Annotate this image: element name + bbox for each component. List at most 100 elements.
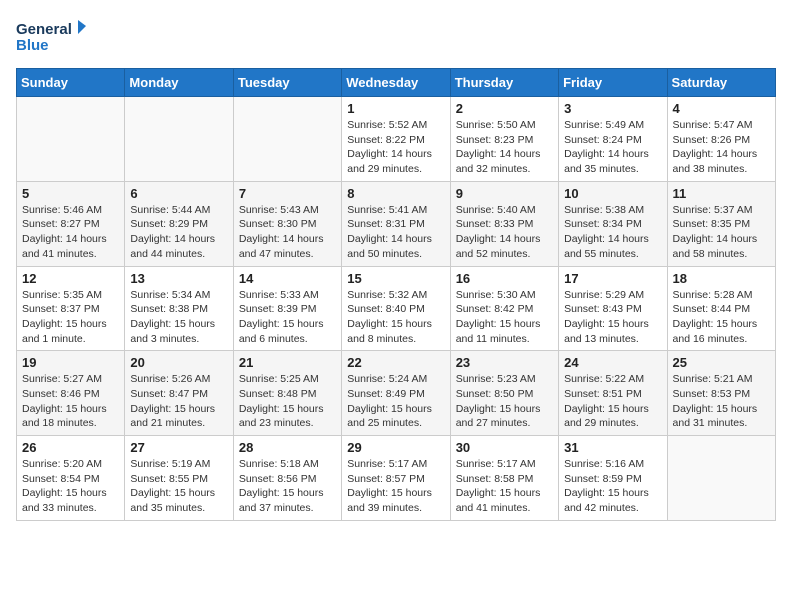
calendar-cell: 1 Sunrise: 5:52 AM Sunset: 8:22 PM Daylig… — [342, 97, 450, 182]
col-header-sunday: Sunday — [17, 69, 125, 97]
calendar-cell: 2 Sunrise: 5:50 AM Sunset: 8:23 PM Daylig… — [450, 97, 558, 182]
day-number: 25 — [673, 355, 770, 370]
svg-text:Blue: Blue — [16, 37, 49, 54]
calendar-cell: 14Sunrise: 5:33 AM Sunset: 8:39 PM Dayli… — [233, 266, 341, 351]
day-number: 24 — [564, 355, 661, 370]
day-number: 21 — [239, 355, 336, 370]
calendar-cell: 29Sunrise: 5:17 AM Sunset: 8:57 PM Dayli… — [342, 436, 450, 521]
calendar-cell: 23 Sunrise: 5:23 AM Sunset: 8:50 PM Dayli… — [450, 351, 558, 436]
calendar-week-row: 26 Sunrise: 5:20 AM Sunset: 8:54 PM Dayli… — [17, 436, 776, 521]
calendar-cell: 19 Sunrise: 5:27 AM Sunset: 8:46 PM Dayli… — [17, 351, 125, 436]
day-info: Sunrise: 5:22 AM Sunset: 8:51 PM Dayligh… — [564, 372, 661, 431]
day-number: 23 — [456, 355, 553, 370]
day-info: Sunrise: 5:49 AM Sunset: 8:24 PM Dayligh… — [564, 118, 661, 177]
day-info: Sunrise: 5:46 AM Sunset: 8:27 PM Dayligh… — [22, 203, 119, 262]
calendar-cell: 20 Sunrise: 5:26 AM Sunset: 8:47 PM Dayli… — [125, 351, 233, 436]
day-info: Sunrise: 5:17 AM Sunset: 8:58 PM Dayligh… — [456, 457, 553, 516]
day-number: 18 — [673, 271, 770, 286]
day-number: 20 — [130, 355, 227, 370]
calendar-cell — [667, 436, 775, 521]
day-number: 3 — [564, 101, 661, 116]
day-number: 15 — [347, 271, 444, 286]
day-number: 2 — [456, 101, 553, 116]
day-number: 28 — [239, 440, 336, 455]
calendar-cell: 13 Sunrise: 5:34 AM Sunset: 8:38 PM Dayli… — [125, 266, 233, 351]
calendar-cell: 17 Sunrise: 5:29 AM Sunset: 8:43 PM Dayli… — [559, 266, 667, 351]
col-header-saturday: Saturday — [667, 69, 775, 97]
day-info: Sunrise: 5:47 AM Sunset: 8:26 PM Dayligh… — [673, 118, 770, 177]
calendar-week-row: 1 Sunrise: 5:52 AM Sunset: 8:22 PM Daylig… — [17, 97, 776, 182]
calendar-cell: 26 Sunrise: 5:20 AM Sunset: 8:54 PM Dayli… — [17, 436, 125, 521]
day-number: 11 — [673, 186, 770, 201]
calendar-cell: 15 Sunrise: 5:32 AM Sunset: 8:40 PM Dayli… — [342, 266, 450, 351]
day-number: 10 — [564, 186, 661, 201]
day-number: 5 — [22, 186, 119, 201]
day-info: Sunrise: 5:35 AM Sunset: 8:37 PM Dayligh… — [22, 288, 119, 347]
day-number: 26 — [22, 440, 119, 455]
day-info: Sunrise: 5:18 AM Sunset: 8:56 PM Dayligh… — [239, 457, 336, 516]
calendar-cell: 7Sunrise: 5:43 AM Sunset: 8:30 PM Daylig… — [233, 181, 341, 266]
calendar-cell: 24 Sunrise: 5:22 AM Sunset: 8:51 PM Dayli… — [559, 351, 667, 436]
day-number: 22 — [347, 355, 444, 370]
day-info: Sunrise: 5:50 AM Sunset: 8:23 PM Dayligh… — [456, 118, 553, 177]
day-info: Sunrise: 5:38 AM Sunset: 8:34 PM Dayligh… — [564, 203, 661, 262]
calendar-cell: 25Sunrise: 5:21 AM Sunset: 8:53 PM Dayli… — [667, 351, 775, 436]
day-info: Sunrise: 5:40 AM Sunset: 8:33 PM Dayligh… — [456, 203, 553, 262]
calendar-cell: 12 Sunrise: 5:35 AM Sunset: 8:37 PM Dayli… — [17, 266, 125, 351]
logo: General Blue — [16, 16, 86, 56]
day-info: Sunrise: 5:52 AM Sunset: 8:22 PM Dayligh… — [347, 118, 444, 177]
calendar-cell: 27 Sunrise: 5:19 AM Sunset: 8:55 PM Dayli… — [125, 436, 233, 521]
col-header-friday: Friday — [559, 69, 667, 97]
calendar-cell: 3 Sunrise: 5:49 AM Sunset: 8:24 PM Daylig… — [559, 97, 667, 182]
calendar-cell — [125, 97, 233, 182]
day-info: Sunrise: 5:29 AM Sunset: 8:43 PM Dayligh… — [564, 288, 661, 347]
calendar-cell: 11 Sunrise: 5:37 AM Sunset: 8:35 PM Dayli… — [667, 181, 775, 266]
calendar-cell: 18 Sunrise: 5:28 AM Sunset: 8:44 PM Dayli… — [667, 266, 775, 351]
day-info: Sunrise: 5:43 AM Sunset: 8:30 PM Dayligh… — [239, 203, 336, 262]
day-info: Sunrise: 5:26 AM Sunset: 8:47 PM Dayligh… — [130, 372, 227, 431]
col-header-monday: Monday — [125, 69, 233, 97]
col-header-wednesday: Wednesday — [342, 69, 450, 97]
day-info: Sunrise: 5:16 AM Sunset: 8:59 PM Dayligh… — [564, 457, 661, 516]
day-info: Sunrise: 5:23 AM Sunset: 8:50 PM Dayligh… — [456, 372, 553, 431]
day-number: 1 — [347, 101, 444, 116]
day-info: Sunrise: 5:30 AM Sunset: 8:42 PM Dayligh… — [456, 288, 553, 347]
col-header-tuesday: Tuesday — [233, 69, 341, 97]
day-number: 16 — [456, 271, 553, 286]
day-number: 9 — [456, 186, 553, 201]
calendar-cell: 28 Sunrise: 5:18 AM Sunset: 8:56 PM Dayli… — [233, 436, 341, 521]
calendar-week-row: 19 Sunrise: 5:27 AM Sunset: 8:46 PM Dayli… — [17, 351, 776, 436]
day-info: Sunrise: 5:44 AM Sunset: 8:29 PM Dayligh… — [130, 203, 227, 262]
day-number: 8 — [347, 186, 444, 201]
day-number: 13 — [130, 271, 227, 286]
day-number: 30 — [456, 440, 553, 455]
calendar-cell: 16 Sunrise: 5:30 AM Sunset: 8:42 PM Dayli… — [450, 266, 558, 351]
calendar-cell: 22Sunrise: 5:24 AM Sunset: 8:49 PM Dayli… — [342, 351, 450, 436]
day-info: Sunrise: 5:34 AM Sunset: 8:38 PM Dayligh… — [130, 288, 227, 347]
day-number: 17 — [564, 271, 661, 286]
calendar-week-row: 12 Sunrise: 5:35 AM Sunset: 8:37 PM Dayli… — [17, 266, 776, 351]
calendar-cell — [233, 97, 341, 182]
calendar-cell: 31Sunrise: 5:16 AM Sunset: 8:59 PM Dayli… — [559, 436, 667, 521]
day-info: Sunrise: 5:32 AM Sunset: 8:40 PM Dayligh… — [347, 288, 444, 347]
day-info: Sunrise: 5:41 AM Sunset: 8:31 PM Dayligh… — [347, 203, 444, 262]
calendar-cell: 9 Sunrise: 5:40 AM Sunset: 8:33 PM Daylig… — [450, 181, 558, 266]
calendar-cell: 6 Sunrise: 5:44 AM Sunset: 8:29 PM Daylig… — [125, 181, 233, 266]
page-header: General Blue — [16, 16, 776, 56]
day-number: 6 — [130, 186, 227, 201]
calendar-cell — [17, 97, 125, 182]
day-info: Sunrise: 5:19 AM Sunset: 8:55 PM Dayligh… — [130, 457, 227, 516]
day-info: Sunrise: 5:37 AM Sunset: 8:35 PM Dayligh… — [673, 203, 770, 262]
day-info: Sunrise: 5:28 AM Sunset: 8:44 PM Dayligh… — [673, 288, 770, 347]
day-info: Sunrise: 5:27 AM Sunset: 8:46 PM Dayligh… — [22, 372, 119, 431]
day-number: 4 — [673, 101, 770, 116]
day-number: 29 — [347, 440, 444, 455]
day-number: 14 — [239, 271, 336, 286]
calendar-cell: 8 Sunrise: 5:41 AM Sunset: 8:31 PM Daylig… — [342, 181, 450, 266]
day-number: 27 — [130, 440, 227, 455]
day-info: Sunrise: 5:20 AM Sunset: 8:54 PM Dayligh… — [22, 457, 119, 516]
day-info: Sunrise: 5:25 AM Sunset: 8:48 PM Dayligh… — [239, 372, 336, 431]
day-number: 12 — [22, 271, 119, 286]
logo-svg: General Blue — [16, 16, 86, 56]
day-number: 19 — [22, 355, 119, 370]
